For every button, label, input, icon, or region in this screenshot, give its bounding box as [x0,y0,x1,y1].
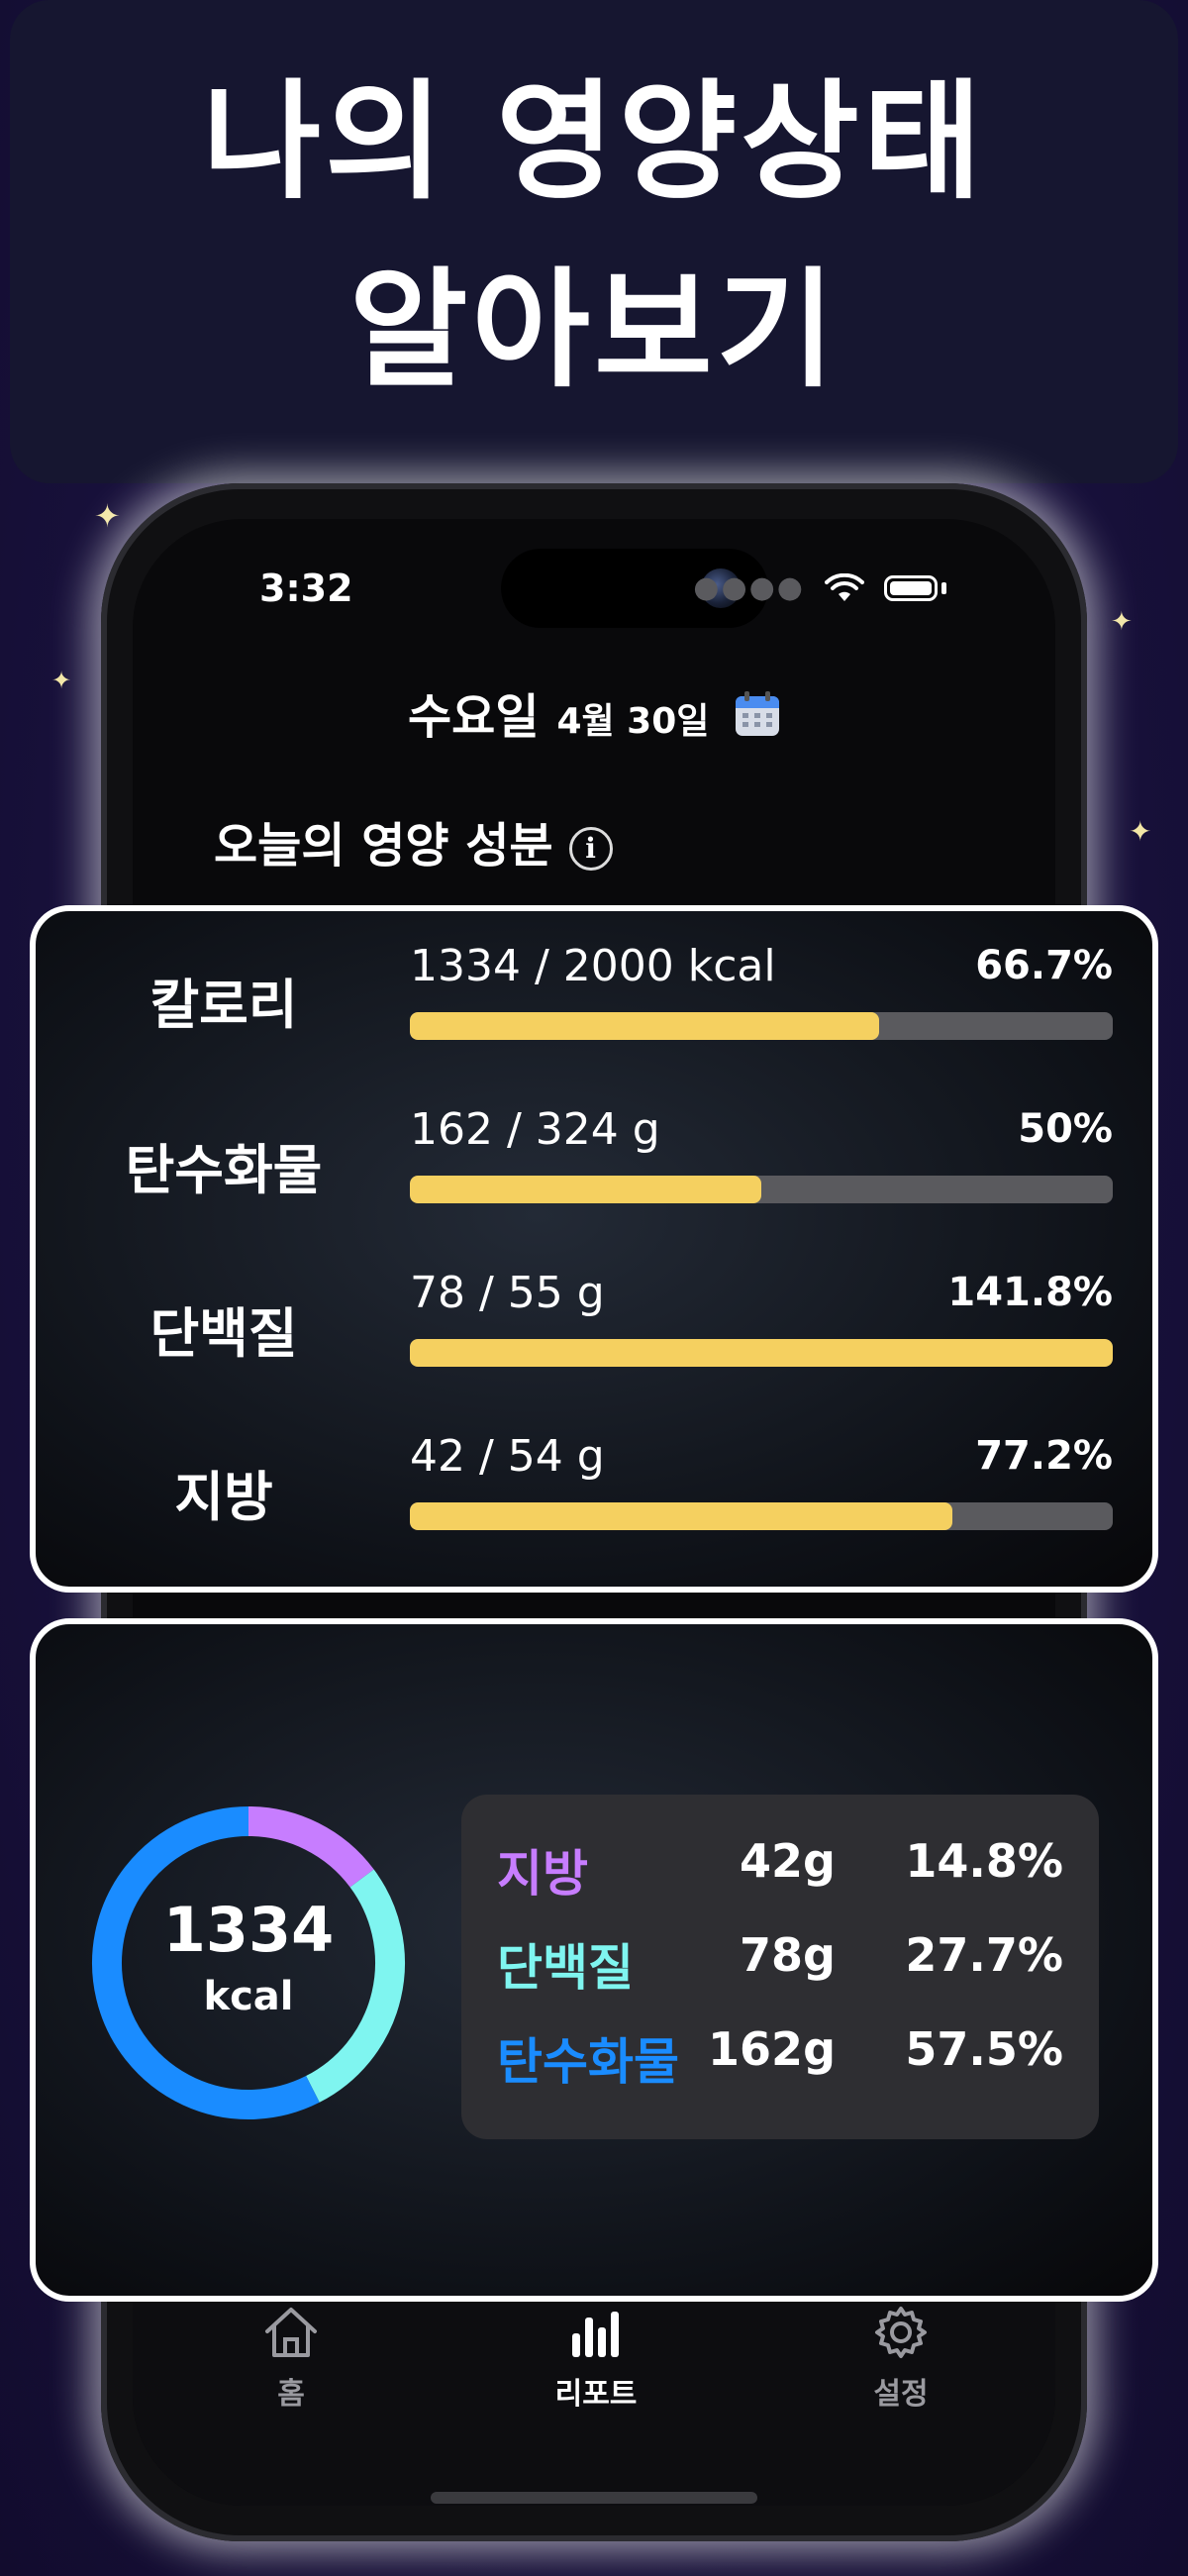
legend-name: 단백질 [497,1939,634,1997]
section-title-label: 오늘의 영양 성분 [214,818,553,874]
nutrient-name: 지방 [174,1466,273,1528]
nutrient-amount: 42 / 54 g [410,1431,605,1482]
nutrient-progress-card: 칼로리 1334 / 2000 kcal 66.7% 탄수화물 162 / 32… [30,905,1158,1593]
progress-bar [410,1012,1113,1040]
legend-row-carbs: 탄수화물 162g 57.5% [497,2022,1063,2102]
home-indicator [431,2492,757,2504]
weekday-label: 수요일 [408,689,540,745]
legend-name: 지방 [497,1845,588,1903]
nutrient-name: 단백질 [149,1302,298,1365]
section-title: 오늘의 영양 성분 i [214,806,613,876]
legend-grams: 42g [740,1834,836,1888]
tab-settings-label: 설정 [873,2377,929,2412]
home-icon [265,2308,317,2357]
tab-home-label: 홈 [277,2377,305,2412]
legend-grams: 78g [740,1928,836,1982]
nutrient-amount: 162 / 324 g [410,1104,660,1155]
calendar-icon[interactable] [735,691,780,737]
headline-panel: 나의 영양상태 알아보기 [10,0,1178,483]
nutrient-name: 칼로리 [149,974,298,1036]
nutrient-name: 탄수화물 [125,1139,323,1201]
macro-breakdown-card: 1334 kcal 지방 42g 14.8% 단백질 78g 27.7% 탄수화… [30,1618,1158,2302]
progress-fill [410,1339,1113,1367]
battery-icon [884,574,938,601]
progress-fill [410,1012,879,1040]
star-decoration: ✦ [51,667,72,694]
status-time: 3:32 [259,567,353,610]
nutrient-percent: 141.8% [947,1270,1113,1315]
wifi-icon [825,572,864,601]
legend-grams: 162g [708,2022,836,2076]
tab-bar: 홈 리포트 설정 [133,2282,1055,2506]
tab-report-label: 리포트 [554,2377,638,2412]
tab-settings[interactable]: 설정 [832,2304,970,2413]
tab-report[interactable]: 리포트 [527,2304,665,2413]
progress-bar [410,1502,1113,1530]
legend-percent: 14.8% [905,1834,1063,1888]
gear-icon [875,2307,927,2358]
donut-unit: kcal [203,1974,294,2019]
progress-fill [410,1176,761,1203]
star-decoration: ✦ [1111,607,1133,637]
nutrient-row-carbs: 탄수화물 162 / 324 g 50% [36,1104,1152,1253]
headline-line-2: 알아보기 [348,255,840,405]
progress-bar [410,1176,1113,1203]
donut-center: 1334 kcal [90,1804,407,2121]
legend-percent: 27.7% [905,1928,1063,1982]
date-header: 수요일 4월 30일 [133,677,1055,747]
bar-chart-icon [572,2312,619,2357]
legend-row-protein: 단백질 78g 27.7% [497,1928,1063,2008]
headline-line-1: 나의 영양상태 [202,66,986,217]
star-decoration: ✦ [94,497,121,535]
nutrient-amount: 1334 / 2000 kcal [410,941,776,991]
nutrient-percent: 50% [1018,1106,1113,1152]
progress-fill [410,1502,953,1530]
date-label: 4월 30일 [556,701,710,742]
legend-percent: 57.5% [905,2022,1063,2076]
status-indicators: ●●●● [693,570,946,605]
legend-row-fat: 지방 42g 14.8% [497,1834,1063,1913]
info-icon[interactable]: i [568,827,613,871]
donut-total: 1334 [162,1894,335,1966]
legend-name: 탄수화물 [497,2033,679,2091]
progress-bar [410,1339,1113,1367]
nutrient-row-fat: 지방 42 / 54 g 77.2% [36,1431,1152,1580]
signal-icon: ●●●● [693,570,805,605]
macro-legend: 지방 42g 14.8% 단백질 78g 27.7% 탄수화물 162g 57.… [461,1795,1099,2139]
nutrient-amount: 78 / 55 g [410,1268,605,1318]
nutrient-percent: 77.2% [975,1433,1113,1479]
tab-home[interactable]: 홈 [222,2304,360,2413]
nutrient-percent: 66.7% [975,943,1113,988]
star-decoration: ✦ [1129,815,1152,848]
nutrient-row-calories: 칼로리 1334 / 2000 kcal 66.7% [36,941,1152,1089]
nutrient-row-protein: 단백질 78 / 55 g 141.8% [36,1268,1152,1416]
battery-nub [941,581,946,594]
